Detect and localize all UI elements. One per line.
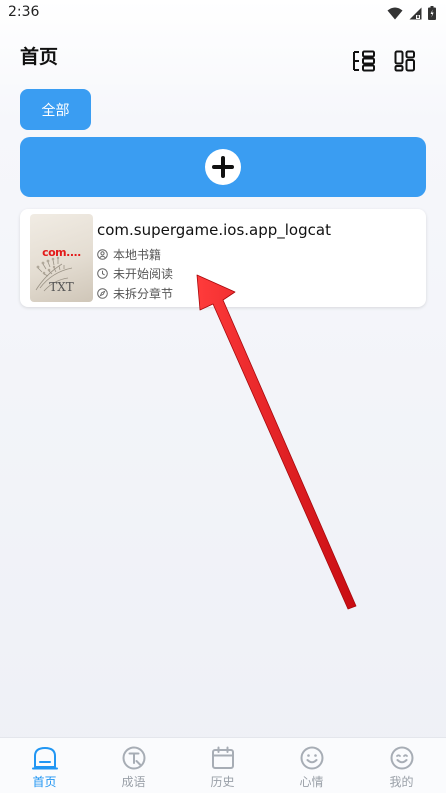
book-chapters: 未拆分章节 bbox=[113, 287, 174, 301]
status-bar: 2:36 bbox=[0, 0, 446, 26]
nav-label-mood: 心情 bbox=[299, 775, 324, 789]
grid-view-icon bbox=[394, 50, 416, 76]
smiley-icon bbox=[299, 745, 325, 771]
book-cover: com.... TXT bbox=[30, 214, 93, 302]
book-title: com.supergame.ios.app_logcat bbox=[97, 221, 331, 239]
nav-item-mood[interactable]: 心情 bbox=[267, 738, 356, 793]
list-view-icon bbox=[352, 50, 376, 76]
profile-icon bbox=[389, 745, 415, 771]
nav-label-profile: 我的 bbox=[389, 775, 414, 789]
nav-label-idiom: 成语 bbox=[121, 775, 146, 789]
filter-chip-all[interactable]: 全部 bbox=[20, 89, 91, 130]
page-title: 首页 bbox=[20, 46, 59, 68]
book-progress: 未开始阅读 bbox=[113, 267, 174, 281]
book-card[interactable]: com.... TXT com.supergame.ios.app_logcat… bbox=[20, 209, 426, 307]
book-chapters-row: 未拆分章节 bbox=[97, 285, 173, 302]
calendar-icon bbox=[210, 745, 236, 771]
signal-icon bbox=[409, 7, 422, 20]
grid-view-button[interactable] bbox=[392, 50, 418, 76]
battery-icon bbox=[428, 6, 436, 20]
home-icon bbox=[32, 745, 58, 771]
nav-item-home[interactable]: 首页 bbox=[0, 738, 89, 793]
cover-format: TXT bbox=[49, 280, 74, 294]
nav-item-profile[interactable]: 我的 bbox=[357, 738, 446, 793]
clock-icon bbox=[97, 268, 108, 279]
nav-item-idiom[interactable]: 成语 bbox=[89, 738, 178, 793]
status-time: 2:36 bbox=[8, 4, 40, 20]
wifi-icon bbox=[387, 7, 403, 20]
nav-item-history[interactable]: 历史 bbox=[178, 738, 267, 793]
cover-title: com.... bbox=[42, 246, 81, 259]
compass-icon bbox=[97, 288, 108, 299]
plus-icon bbox=[205, 149, 241, 185]
book-progress-row: 未开始阅读 bbox=[97, 265, 173, 282]
book-source-row: 本地书籍 bbox=[97, 246, 161, 263]
user-icon bbox=[97, 249, 108, 260]
nav-label-history: 历史 bbox=[210, 775, 235, 789]
idiom-icon bbox=[121, 745, 147, 771]
list-view-button[interactable] bbox=[351, 50, 377, 76]
bottom-nav: 首页 成语 历史 心情 我的 bbox=[0, 737, 446, 793]
status-icons bbox=[387, 5, 436, 21]
add-book-button[interactable] bbox=[20, 137, 426, 197]
book-source: 本地书籍 bbox=[113, 248, 162, 262]
nav-label-home: 首页 bbox=[32, 775, 57, 789]
